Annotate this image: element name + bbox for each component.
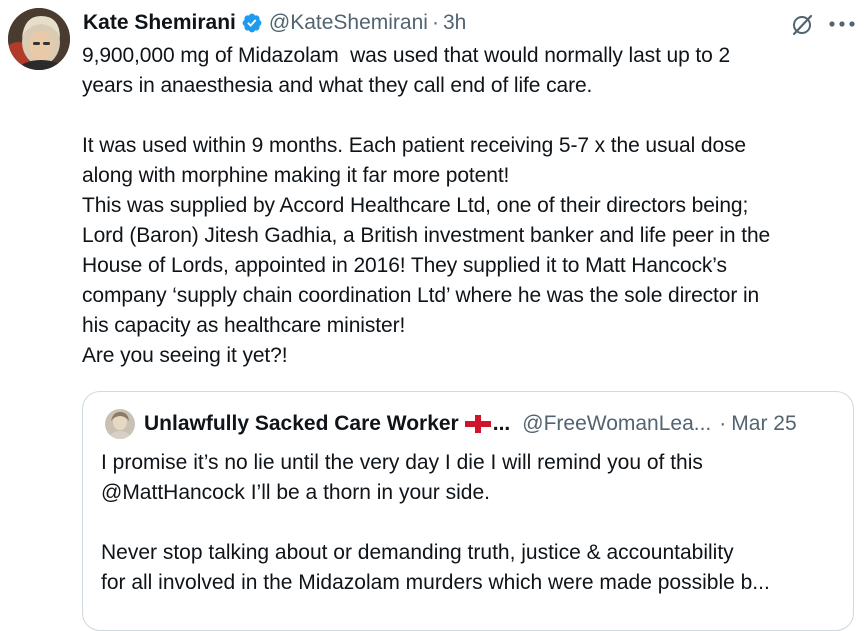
quoted-tweet-timestamp[interactable]: Mar 25 <box>731 412 796 436</box>
more-options-icon[interactable] <box>826 17 858 31</box>
grok-icon[interactable] <box>790 13 814 37</box>
england-flag-icon <box>464 415 491 433</box>
quoted-tweet-body: I promise it’s no lie until the very day… <box>101 448 843 598</box>
tweet-paragraph: It was used within 9 months. Each patien… <box>82 134 771 367</box>
quoted-author-name[interactable]: Unlawfully Sacked Care Worker <box>144 412 459 436</box>
tweet-header: Kate Shemirani @KateShemirani · 3h <box>83 8 466 38</box>
quoted-paragraph: I promise it’s no lie until the very day… <box>101 451 703 504</box>
quoted-name-ellipsis: ... <box>492 412 511 435</box>
quoted-tweet-card[interactable]: Unlawfully Sacked Care Worker ... @FreeW… <box>82 391 854 631</box>
quoted-author-handle[interactable]: @FreeWomanLea... <box>522 412 711 436</box>
quoted-author-avatar[interactable] <box>105 409 135 439</box>
separator-dot: · <box>431 11 439 34</box>
tweet-paragraph-spacer <box>82 101 854 131</box>
tweet-body: 9,900,000 mg of Midazolam was used that … <box>82 41 854 371</box>
author-avatar[interactable] <box>8 8 70 70</box>
quoted-paragraph: Never stop talking about or demanding tr… <box>101 541 770 594</box>
quoted-separator-dot: · <box>719 412 727 435</box>
tweet-paragraph: 9,900,000 mg of Midazolam was used that … <box>82 44 731 97</box>
verified-badge-icon <box>241 12 263 34</box>
quoted-tweet-header: Unlawfully Sacked Care Worker ... @FreeW… <box>144 410 797 438</box>
tweet-timestamp[interactable]: 3h <box>443 11 466 35</box>
quoted-paragraph-spacer <box>101 508 843 538</box>
avatar-image <box>8 8 70 70</box>
quoted-avatar-image <box>105 409 135 439</box>
author-handle[interactable]: @KateShemirani <box>269 11 428 35</box>
author-name[interactable]: Kate Shemirani <box>83 11 236 35</box>
